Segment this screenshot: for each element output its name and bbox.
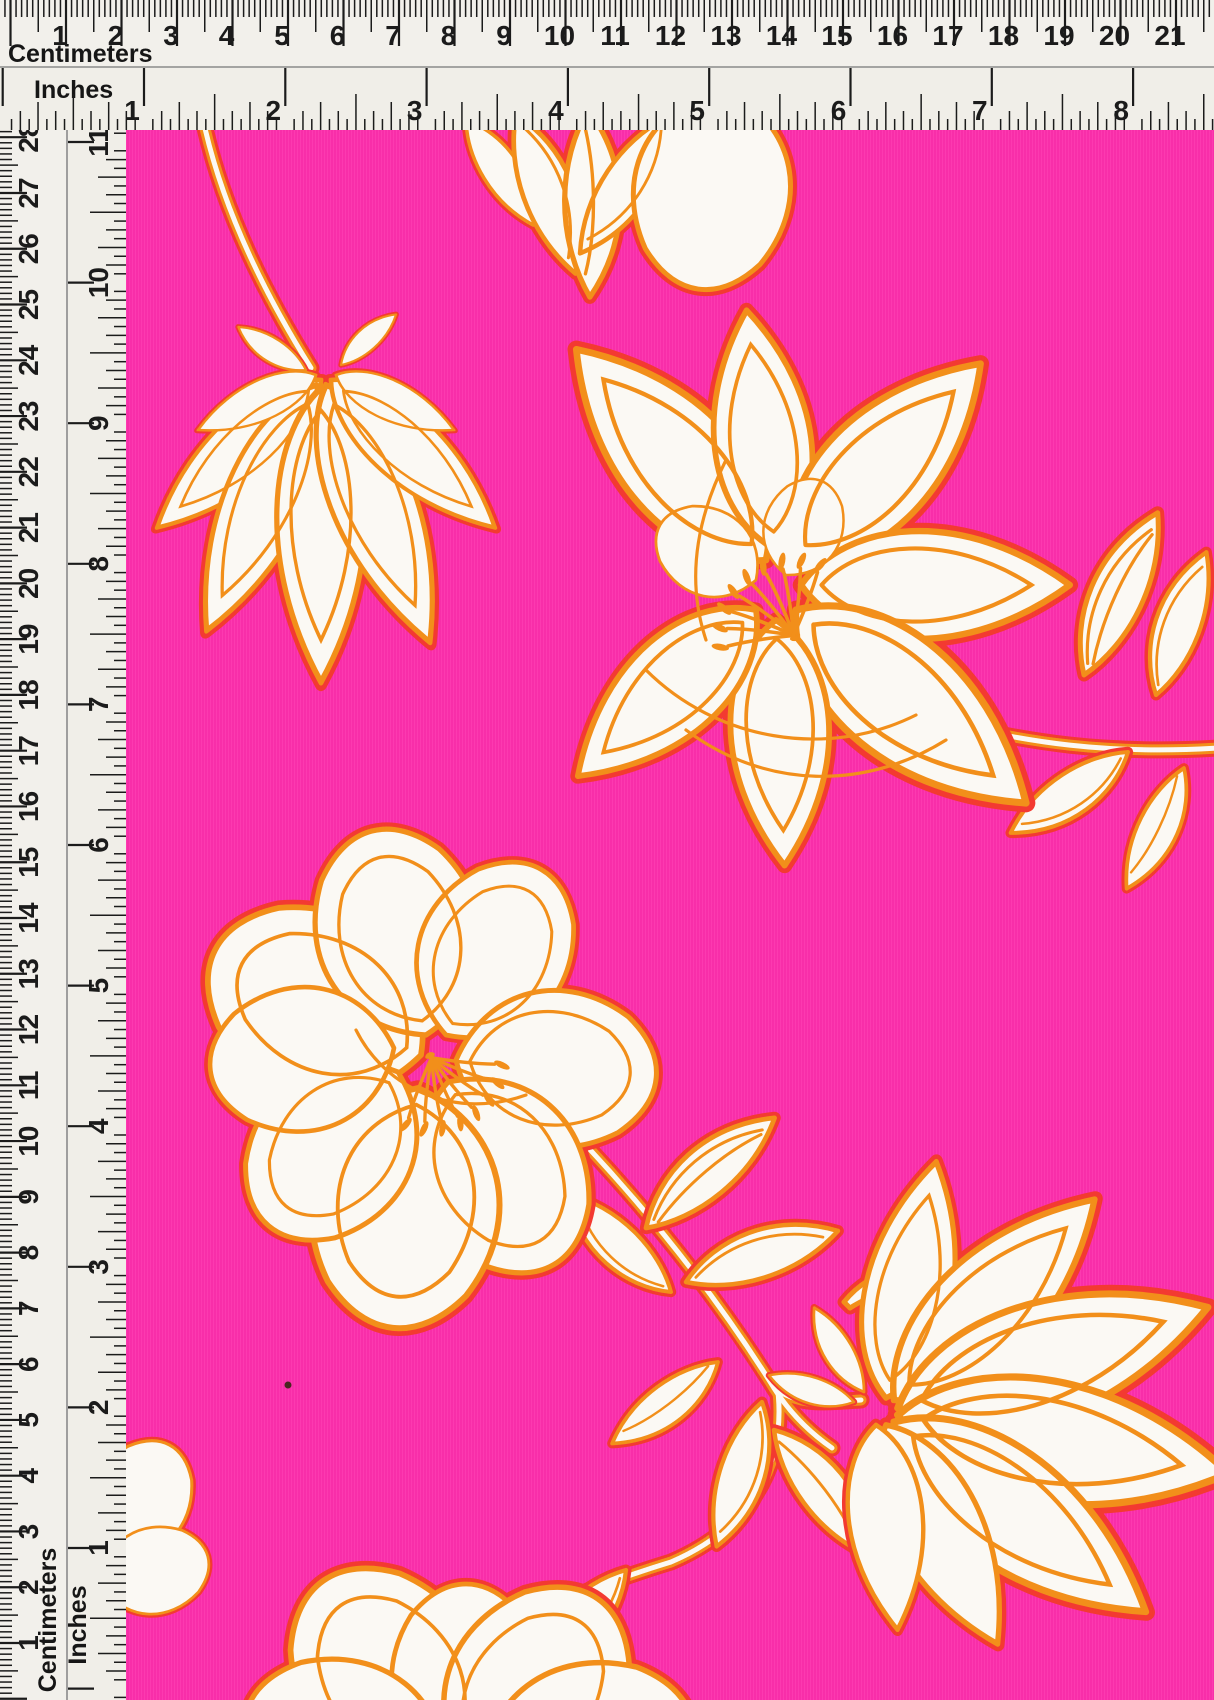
fabric-swatch-photo: Centimeters 1234567891011121314151617181… — [0, 0, 1214, 1700]
ruler-number: 8 — [441, 20, 457, 51]
ruler-number: 4 — [219, 20, 235, 51]
ruler-number: 7 — [972, 95, 988, 126]
ruler-number: 6 — [83, 837, 114, 853]
ruler-number: 21 — [1154, 20, 1185, 51]
ruler-number: 4 — [83, 1118, 114, 1134]
ruler-number: 15 — [13, 847, 44, 878]
ruler-number: 11 — [83, 130, 114, 157]
ruler-number: 5 — [83, 978, 114, 994]
ruler-number: 9 — [496, 20, 512, 51]
ruler-number: 3 — [163, 20, 179, 51]
ruler-label-centimeters-top: Centimeters — [8, 40, 153, 68]
flower-top-left — [135, 130, 517, 682]
ruler-number: 8 — [1113, 95, 1129, 126]
ruler-number: 7 — [385, 20, 401, 51]
flower-mid-left — [174, 810, 663, 1338]
ruler-number: 6 — [330, 20, 346, 51]
ruler-number: 25 — [13, 289, 44, 320]
ruler-number: 1 — [52, 20, 68, 51]
ruler-number: 3 — [13, 1524, 44, 1540]
ruler-number: 4 — [548, 95, 564, 126]
ruler-number: 10 — [83, 267, 114, 298]
ruler-number: 4 — [13, 1467, 44, 1483]
ruler-number: 15 — [821, 20, 852, 51]
ruler-number: 12 — [13, 1014, 44, 1045]
ruler-number: 6 — [831, 95, 847, 126]
ruler-number: 19 — [1043, 20, 1074, 51]
ruler-number: 2 — [108, 20, 124, 51]
ruler-number: 17 — [932, 20, 963, 51]
ruler-top-in-scale: Inches 12345678 — [0, 68, 1214, 130]
ruler-number: 10 — [13, 1126, 44, 1157]
ruler-number: 21 — [13, 512, 44, 543]
ruler-top-cm-scale: Centimeters 1234567891011121314151617181… — [0, 0, 1214, 68]
ruler-number: 16 — [13, 791, 44, 822]
ruler-number: 8 — [13, 1245, 44, 1261]
ruler-number: 3 — [83, 1259, 114, 1275]
flower-bottom-center — [220, 1529, 718, 1700]
ruler-number: 14 — [766, 20, 798, 51]
ruler-number: 26 — [13, 233, 44, 264]
ruler-number: 11 — [600, 20, 630, 51]
ruler-number: 16 — [877, 20, 908, 51]
ruler-number: 20 — [13, 568, 44, 599]
flower-left-edge — [126, 1422, 219, 1626]
ruler-number: 24 — [13, 344, 44, 376]
ruler-number: 13 — [13, 958, 44, 989]
ruler-number: 1 — [13, 1635, 44, 1651]
ruler-top-centimeters: Centimeters 1234567891011121314151617181… — [0, 0, 1214, 68]
ruler-top-inches: Inches 12345678 — [0, 68, 1214, 130]
ruler-number: 19 — [13, 624, 44, 655]
ruler-number: 2 — [13, 1579, 44, 1595]
ruler-number: 2 — [266, 95, 282, 126]
ruler-left-inches: Inches 1 2 3 4 5 6 7 8 9 10 11 — [68, 130, 126, 1700]
ruler-number: 2 — [83, 1400, 114, 1416]
ruler-number: 17 — [13, 735, 44, 766]
ruler-number: 7 — [83, 697, 114, 713]
ruler-number: 5 — [274, 20, 290, 51]
ruler-number: 28 — [13, 130, 44, 153]
top-edge-foliage — [454, 130, 803, 300]
ruler-number: 22 — [13, 456, 44, 487]
ruler-number: 3 — [407, 95, 423, 126]
ruler-number: 5 — [689, 95, 705, 126]
ruler-number: 7 — [13, 1301, 44, 1317]
ruler-number: 8 — [83, 556, 114, 572]
ruler-number: 12 — [655, 20, 686, 51]
ruler-left-cm-scale: Centimeters 1234567891011121314151617181… — [0, 130, 68, 1700]
ruler-number: 14 — [13, 902, 44, 934]
ruler-number: 1 — [124, 95, 140, 126]
ruler-number: 11 — [13, 1070, 44, 1100]
ruler-number: 9 — [13, 1189, 44, 1205]
ruler-number: 27 — [13, 177, 44, 208]
ruler-label-inches-left: Inches — [68, 1585, 92, 1664]
fabric-swatch — [126, 130, 1214, 1700]
ruler-left-in-scale: Inches 1 2 3 4 5 6 7 8 9 10 11 — [68, 130, 126, 1700]
ruler-number: 6 — [13, 1356, 44, 1372]
ruler-left-centimeters: Centimeters 1234567891011121314151617181… — [0, 130, 68, 1700]
ruler-number: 23 — [13, 401, 44, 432]
ruler-number: 5 — [13, 1412, 44, 1428]
ruler-label-centimeters-left: Centimeters — [34, 1548, 62, 1693]
ruler-number: 20 — [1099, 20, 1130, 51]
ruler-number: 18 — [13, 679, 44, 710]
ruler-number: 9 — [83, 415, 114, 431]
ruler-number: 18 — [988, 20, 1019, 51]
floral-print — [126, 130, 1214, 1700]
ruler-number: 13 — [710, 20, 741, 51]
fabric-speck — [285, 1382, 292, 1389]
ruler-number: 1 — [83, 1540, 114, 1556]
ruler-number: 10 — [544, 20, 575, 51]
flower-large — [534, 304, 1070, 867]
